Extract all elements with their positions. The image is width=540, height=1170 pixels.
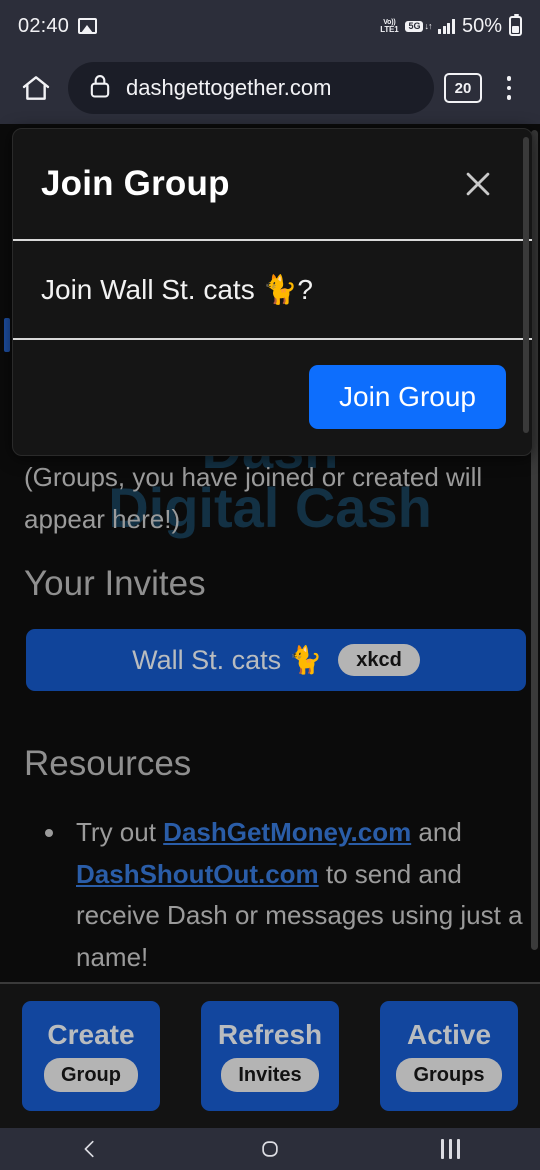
resources-list: Try out DashGetMoney.com and DashShoutOu…	[54, 812, 534, 978]
home-circle-icon[interactable]	[230, 1128, 310, 1170]
active-groups-label: Active	[406, 1018, 492, 1050]
background-button-peek	[4, 318, 10, 352]
browser-toolbar: dashgettogether.com 20	[0, 52, 540, 124]
url-bar[interactable]: dashgettogether.com	[68, 62, 434, 114]
page-action-bar: Create Group Refresh Invites Active Grou…	[0, 982, 540, 1128]
invite-list-item[interactable]: Wall St. cats 🐈 xkcd	[26, 629, 526, 691]
volte-icon: Vo)) LTE1	[380, 19, 398, 34]
invite-sender-badge: xkcd	[338, 644, 420, 676]
kebab-menu-icon[interactable]	[492, 66, 526, 110]
resource-text-middle: and	[411, 817, 462, 847]
modal-footer: Join Group	[13, 340, 532, 453]
android-status-bar: 02:40 Vo)) LTE1 5G ↓↑ 50%	[0, 0, 540, 52]
home-icon[interactable]	[14, 66, 58, 110]
tab-counter-label: 20	[454, 79, 472, 97]
active-groups-button[interactable]: Active Groups	[380, 1001, 518, 1111]
modal-body-text: Join Wall St. cats 🐈?	[41, 274, 313, 305]
dashshoutout-link[interactable]: DashShoutOut.com	[76, 859, 319, 889]
lock-icon	[88, 72, 112, 105]
modal-title: Join Group	[41, 164, 230, 203]
back-chevron-icon[interactable]	[50, 1128, 130, 1170]
recents-icon[interactable]	[410, 1128, 490, 1170]
active-groups-pill: Groups	[396, 1057, 502, 1092]
create-group-pill: Group	[44, 1057, 138, 1092]
battery-percent-label: 50%	[461, 14, 502, 37]
5g-indicator: 5G ↓↑	[405, 20, 432, 32]
android-navigation-bar	[0, 1128, 540, 1170]
status-bar-left: 02:40	[18, 14, 98, 38]
join-group-confirm-button[interactable]: Join Group	[309, 364, 506, 429]
list-item: Try out DashGetMoney.com and DashShoutOu…	[68, 812, 534, 978]
url-text: dashgettogether.com	[126, 75, 332, 100]
tab-counter-button[interactable]: 20	[444, 73, 482, 103]
battery-icon	[509, 14, 522, 36]
modal-scrollbar[interactable]	[523, 137, 529, 433]
5g-badge-label: 5G	[405, 20, 424, 32]
image-icon	[78, 18, 98, 34]
resources-heading: Resources	[24, 744, 192, 783]
your-invites-heading: Your Invites	[24, 564, 206, 603]
data-transfer-arrows-icon: ↓↑	[424, 20, 432, 31]
refresh-invites-label: Refresh	[217, 1018, 323, 1050]
refresh-invites-pill: Invites	[221, 1057, 319, 1092]
signal-strength-icon	[438, 18, 455, 34]
refresh-invites-button[interactable]: Refresh Invites	[201, 1001, 339, 1111]
groups-empty-note: (Groups, you have joined or created will…	[24, 462, 483, 535]
screen: 02:40 Vo)) LTE1 5G ↓↑ 50% dashgettogethe…	[0, 0, 540, 1170]
invite-group-name: Wall St. cats 🐈	[132, 645, 323, 675]
join-group-modal: Join Group Join Wall St. cats 🐈? Join Gr…	[12, 128, 533, 456]
volte-bottom-label: LTE1	[380, 24, 399, 34]
close-icon[interactable]	[452, 158, 504, 210]
status-clock: 02:40	[18, 14, 70, 37]
create-group-button[interactable]: Create Group	[22, 1001, 160, 1111]
modal-header: Join Group	[13, 129, 532, 241]
modal-body: Join Wall St. cats 🐈?	[13, 241, 532, 340]
resource-text-prefix: Try out	[76, 817, 164, 847]
dashgetmoney-link[interactable]: DashGetMoney.com	[163, 817, 411, 847]
create-group-label: Create	[47, 1018, 135, 1050]
status-bar-right: Vo)) LTE1 5G ↓↑ 50%	[380, 14, 522, 38]
